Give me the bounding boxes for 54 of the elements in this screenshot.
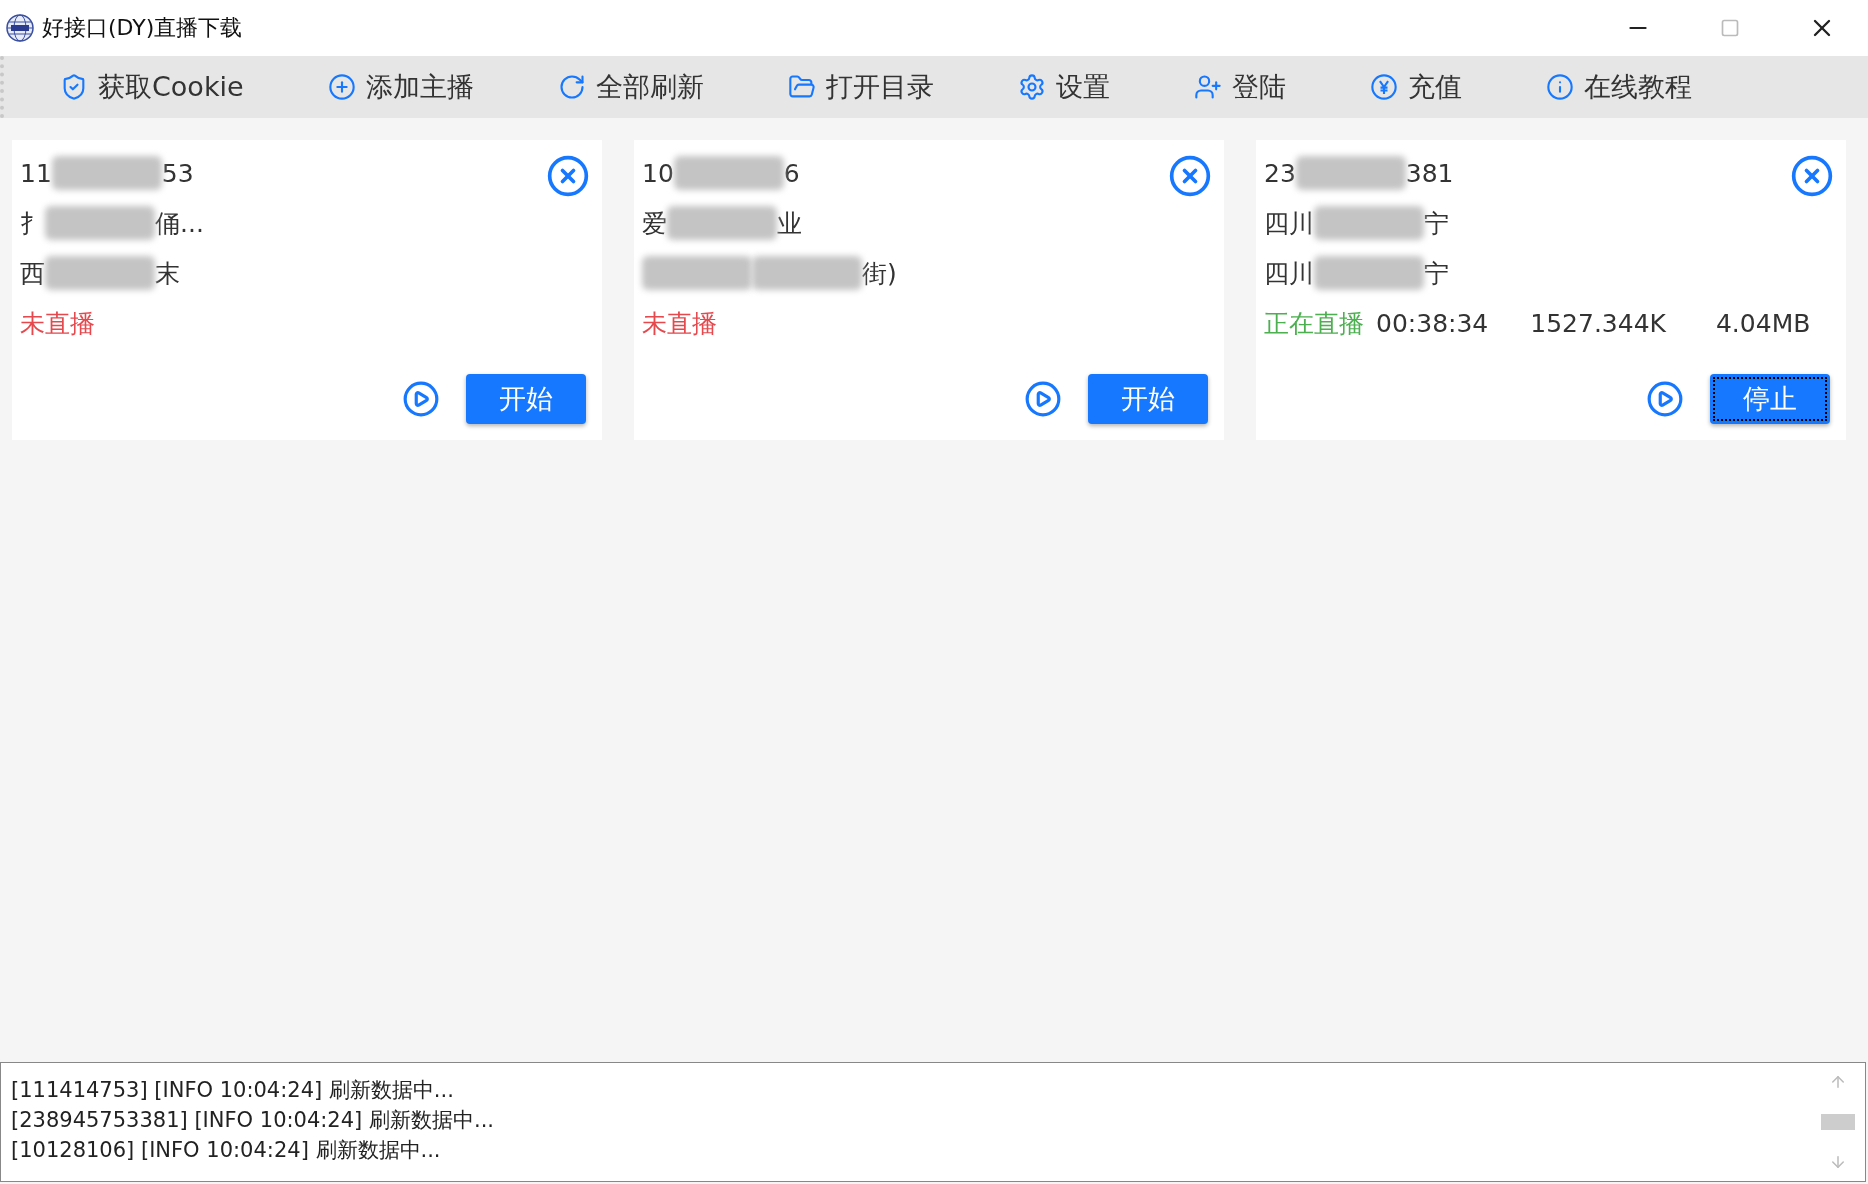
- card-text: 53: [161, 158, 194, 188]
- card-text: 俑...: [155, 207, 204, 240]
- globe-logo-icon: [6, 14, 34, 42]
- card-text: 街): [862, 257, 897, 290]
- card-text: 扌: [20, 207, 45, 240]
- card-text: 宁: [1424, 207, 1449, 240]
- play-icon[interactable]: [1024, 380, 1062, 418]
- toolbar-button[interactable]: 登陆: [1193, 69, 1286, 105]
- stream-status: 正在直播: [1264, 307, 1364, 340]
- scroll-down-icon[interactable]: [1829, 1153, 1847, 1171]
- user-icon: [1193, 73, 1222, 101]
- toolbar-button[interactable]: 在线教程: [1545, 69, 1692, 105]
- file-size: 4.04MB: [1715, 308, 1811, 338]
- toolbar-button[interactable]: 全部刷新: [557, 69, 704, 105]
- start-button[interactable]: 开始: [1088, 374, 1208, 424]
- plus-circle-icon: [327, 73, 356, 101]
- scroll-up-icon[interactable]: [1829, 1073, 1847, 1091]
- stream-status: 未直播: [20, 307, 95, 340]
- log-line: [238945753381] [INFO 10:04:24] 刷新数据中...: [11, 1107, 495, 1134]
- toolbar-button[interactable]: 设置: [1017, 69, 1110, 105]
- close-icon[interactable]: [1790, 154, 1834, 198]
- log-line: [111414753] [INFO 10:04:24] 刷新数据中...: [11, 1077, 455, 1104]
- yen-icon: [1369, 73, 1398, 101]
- stream-duration: 00:38:34: [1376, 308, 1489, 338]
- card-text: 6: [783, 158, 800, 188]
- close-icon[interactable]: [546, 154, 590, 198]
- play-icon[interactable]: [1646, 380, 1684, 418]
- start-button[interactable]: 开始: [466, 374, 586, 424]
- card-text: 11: [20, 158, 52, 188]
- card-text: 381: [1405, 158, 1454, 188]
- card-text: 宁: [1424, 257, 1449, 290]
- card-text: 业: [777, 207, 802, 240]
- stream-status: 未直播: [642, 307, 717, 340]
- close-icon[interactable]: [1168, 154, 1212, 198]
- toolbar-button[interactable]: 充值: [1369, 69, 1462, 105]
- card-text: 四川: [1264, 207, 1314, 240]
- play-icon[interactable]: [402, 380, 440, 418]
- card-text: 爱: [642, 207, 667, 240]
- info-icon: [1545, 73, 1574, 101]
- toolbar-button[interactable]: 打开目录: [787, 69, 934, 105]
- refresh-icon: [557, 73, 586, 101]
- log-line: [10128106] [INFO 10:04:24] 刷新数据中...: [11, 1137, 442, 1164]
- toolbar-button[interactable]: 获取Cookie: [60, 69, 244, 105]
- card-text: 四川: [1264, 257, 1314, 290]
- window-title: 好接口(DY)直播下载: [42, 14, 244, 42]
- card-text: 末: [155, 257, 180, 290]
- stop-button[interactable]: 停止: [1710, 374, 1830, 424]
- settings-icon: [1017, 73, 1046, 101]
- download-speed: 1527.344K: [1530, 308, 1666, 338]
- card-text: 10: [642, 158, 674, 188]
- card-text: 西: [20, 257, 45, 290]
- card-text: 23: [1264, 158, 1296, 188]
- toolbar-button[interactable]: 添加主播: [327, 69, 474, 105]
- scrollbar-thumb[interactable]: [1821, 1114, 1855, 1130]
